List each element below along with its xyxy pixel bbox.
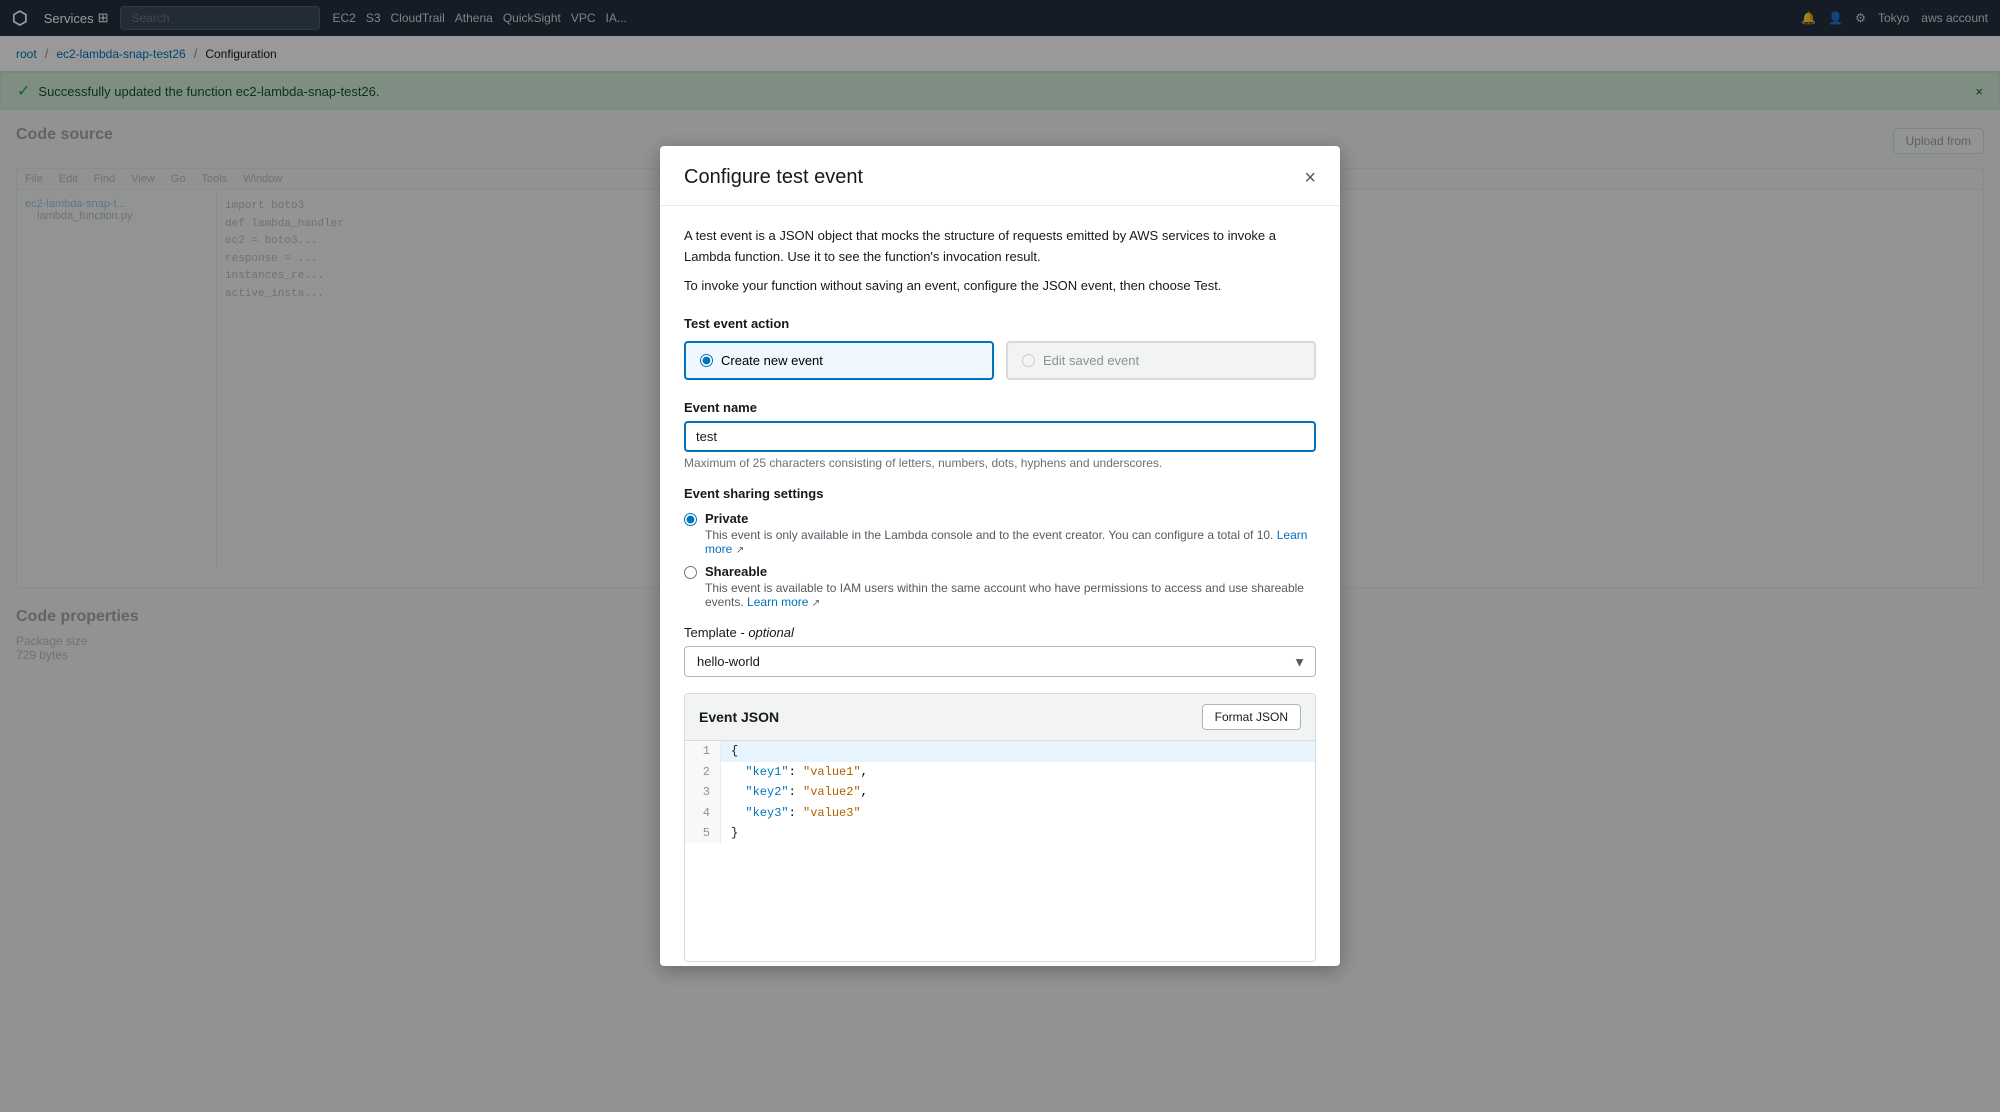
json-line-4: 4 "key3": "value3" bbox=[685, 803, 1315, 823]
line-content-1: { bbox=[721, 741, 748, 761]
json-val-2: "value2" bbox=[803, 785, 861, 799]
shareable-option: Shareable This event is available to IAM… bbox=[684, 564, 1316, 609]
private-option: Private This event is only available in … bbox=[684, 511, 1316, 556]
shareable-radio[interactable] bbox=[684, 566, 697, 579]
line-num-1: 1 bbox=[685, 741, 721, 761]
event-name-input[interactable] bbox=[684, 421, 1316, 452]
modal-description-1: A test event is a JSON object that mocks… bbox=[684, 226, 1316, 268]
shareable-label: Shareable bbox=[705, 564, 1316, 579]
shareable-desc: This event is available to IAM users wit… bbox=[705, 581, 1316, 609]
modal-header: Configure test event × bbox=[660, 146, 1340, 206]
modal-body: A test event is a JSON object that mocks… bbox=[660, 206, 1340, 966]
private-radio[interactable] bbox=[684, 513, 697, 526]
shareable-details: Shareable This event is available to IAM… bbox=[705, 564, 1316, 609]
json-val-1: "value1" bbox=[803, 765, 861, 779]
line-content-5: } bbox=[721, 823, 748, 843]
line-content-3: "key2": "value2", bbox=[721, 782, 878, 802]
json-val-3: "value3" bbox=[803, 806, 861, 820]
sharing-settings-label: Event sharing settings bbox=[684, 486, 1316, 501]
json-line-5: 5 } bbox=[685, 823, 1315, 843]
line-content-2: "key1": "value1", bbox=[721, 762, 878, 782]
edit-saved-event-label: Edit saved event bbox=[1043, 353, 1139, 368]
line-num-5: 5 bbox=[685, 823, 721, 843]
template-section: Template - optional hello-world apigatew… bbox=[684, 625, 1316, 677]
event-name-hint: Maximum of 25 characters consisting of l… bbox=[684, 456, 1316, 470]
template-select-wrapper: hello-world apigateway-aws-proxy dynamod… bbox=[684, 646, 1316, 677]
json-key-1: "key1" bbox=[745, 765, 788, 779]
test-event-action-group: Create new event Edit saved event bbox=[684, 341, 1316, 380]
external-link-icon-1: ↗ bbox=[736, 545, 744, 556]
modal-backdrop: Configure test event × A test event is a… bbox=[0, 0, 2000, 1112]
private-desc: This event is only available in the Lamb… bbox=[705, 528, 1316, 556]
json-section-title: Event JSON bbox=[699, 709, 779, 725]
json-editor[interactable]: 1 { 2 "key1": "value1", 3 "key2": "value… bbox=[685, 741, 1315, 961]
modal-description-2: To invoke your function without saving a… bbox=[684, 276, 1316, 297]
json-line-1: 1 { bbox=[685, 741, 1315, 761]
edit-saved-event-option[interactable]: Edit saved event bbox=[1006, 341, 1316, 380]
format-json-button[interactable]: Format JSON bbox=[1202, 704, 1301, 730]
event-json-section: Event JSON Format JSON 1 { 2 "key1": "va… bbox=[684, 693, 1316, 962]
template-select[interactable]: hello-world apigateway-aws-proxy dynamod… bbox=[684, 646, 1316, 677]
line-num-4: 4 bbox=[685, 803, 721, 823]
external-link-icon-2: ↗ bbox=[812, 598, 820, 609]
json-header: Event JSON Format JSON bbox=[685, 694, 1315, 741]
create-new-event-radio[interactable] bbox=[700, 354, 713, 367]
line-num-3: 3 bbox=[685, 782, 721, 802]
json-key-2: "key2" bbox=[745, 785, 788, 799]
modal-title: Configure test event bbox=[684, 166, 863, 189]
configure-test-event-modal: Configure test event × A test event is a… bbox=[660, 146, 1340, 966]
private-label: Private bbox=[705, 511, 1316, 526]
private-details: Private This event is only available in … bbox=[705, 511, 1316, 556]
json-key-3: "key3" bbox=[745, 806, 788, 820]
event-name-label: Event name bbox=[684, 400, 1316, 415]
sharing-settings-section: Private This event is only available in … bbox=[684, 511, 1316, 609]
edit-saved-event-radio[interactable] bbox=[1022, 354, 1035, 367]
test-event-action-label: Test event action bbox=[684, 316, 1316, 331]
json-line-2: 2 "key1": "value1", bbox=[685, 762, 1315, 782]
create-new-event-label: Create new event bbox=[721, 353, 823, 368]
create-new-event-option[interactable]: Create new event bbox=[684, 341, 994, 380]
line-content-4: "key3": "value3" bbox=[721, 803, 871, 823]
modal-close-button[interactable]: × bbox=[1304, 168, 1316, 188]
line-num-2: 2 bbox=[685, 762, 721, 782]
json-line-3: 3 "key2": "value2", bbox=[685, 782, 1315, 802]
shareable-learn-more-link[interactable]: Learn more bbox=[747, 595, 808, 609]
template-label: Template - optional bbox=[684, 625, 1316, 640]
